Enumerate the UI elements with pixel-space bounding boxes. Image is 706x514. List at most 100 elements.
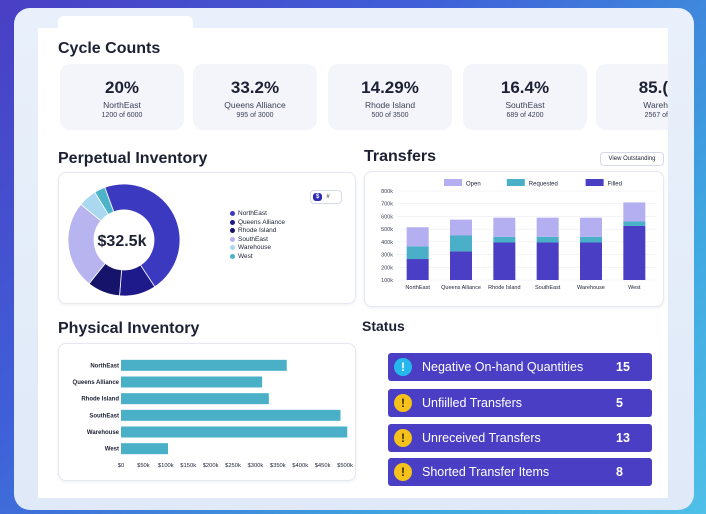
transfer-bar-open[interactable] [580,217,602,237]
legend-dot-rhode-island [230,228,235,233]
legend-dot-queens-alliance [230,219,235,225]
top-tab [58,16,193,28]
legend-label: Warehouse [238,244,271,251]
kpi-card-rhode-island[interactable]: 14.29% Rhode Island 500 of 3500 [328,64,452,130]
status-name: Negative On-hand Quantities [422,360,584,374]
kpi-value: 20% [104,78,140,97]
status-name: Unfiilled Transfers [422,396,523,410]
transfer-bar-filled[interactable] [623,225,646,280]
y-tick-label: 200k [381,265,393,271]
transfers-legend-swatch [444,179,462,186]
x-tick-label: $150k [180,463,196,469]
transfers-chart: Open Requested Filled 100k 200k 300k 400k 500k… [381,179,656,291]
transfer-bar-requested[interactable] [580,236,602,243]
status-name: Unreceived Transfers [422,431,541,445]
transfer-bar-requested[interactable] [406,246,429,260]
transfer-bar-filled[interactable] [536,242,559,280]
legend-dot-southeast [230,236,235,242]
kpi-label: NorthEast [103,100,141,110]
perpetual-donut-chart: $32.5k [68,183,181,297]
legend-label: Queens Alliance [238,218,285,226]
y-tick-label: West [105,447,119,453]
transfers-legend-label: Requested [529,182,558,188]
transfer-bar-filled[interactable] [406,259,429,280]
transfer-bar-requested[interactable] [450,235,472,252]
kpi-sub: 2567 of [644,112,668,119]
legend-label: Rhode Island [238,227,277,234]
status-row-shorted-transfer-items[interactable]: ! Shorted Transfer Items 8 [388,458,652,486]
transfer-bar-open[interactable] [493,217,516,237]
kpi-sub: 689 of 4200 [506,112,544,119]
perpetual-legend: NorthEast Queens Alliance Rhode Island S… [230,210,285,261]
transfer-bar-requested[interactable] [623,221,646,226]
view-outstanding-button[interactable]: View Outstanding [600,152,664,166]
legend-dot-west [230,253,235,259]
kpi-card-southeast[interactable]: 16.4% SouthEast 689 of 4200 [463,64,587,130]
y-tick-label: 500k [381,227,393,233]
kpi-sub: 1200 of 6000 [101,112,143,119]
toggle-dollar[interactable]: $ [313,193,323,201]
x-tick-label: Rhode Island [488,285,520,291]
y-tick-label: NorthEast [90,363,119,369]
status-row-unfilled-transfers[interactable]: ! Unfiilled Transfers 5 [388,389,652,417]
kpi-card-northeast[interactable]: 20% NorthEast 1200 of 6000 [60,64,184,130]
transfer-bar-open[interactable] [623,202,646,222]
status-row-negative-on-hand[interactable]: ! Negative On-hand Quantities 15 [388,353,652,381]
physical-bar[interactable] [121,443,169,455]
transfer-bar-open[interactable] [450,219,472,236]
warning-icon: ! [394,429,412,447]
kpi-sub: 995 of 3000 [236,112,274,119]
x-tick-label: Queens Alliance [441,285,481,291]
physical-bar[interactable] [121,376,263,388]
transfers-legend: Open Requested Filled [444,179,622,188]
physical-bar[interactable] [121,409,341,421]
transfers-legend-swatch [585,179,604,186]
warning-icon: ! [394,394,412,412]
info-icon: ! [394,358,412,376]
kpi-label: Wareh [643,100,668,110]
physical-bar[interactable] [121,393,269,405]
physical-bar[interactable] [121,359,287,371]
y-tick-label: 400k [381,240,393,246]
x-tick-label: $250k [225,463,241,469]
transfers-x-labels: NorthEast Queens Alliance Rhode Island Sout… [405,285,641,291]
x-tick-label: $50k [137,463,150,469]
x-tick-label: Warehouse [577,285,605,291]
toggle-count[interactable]: # [322,193,333,201]
x-tick-label: $400k [292,463,308,469]
transfer-bar-filled[interactable] [493,242,516,280]
transfer-bar-requested[interactable] [493,236,516,243]
legend-dot-warehouse [230,245,235,250]
legend-label: SouthEast [238,235,268,243]
x-tick-label: $350k [270,463,286,469]
physical-bar[interactable] [121,426,348,438]
y-tick-label: Warehouse [87,430,120,436]
transfer-bar-filled[interactable] [580,242,602,280]
legend-item: SouthEast [230,236,285,243]
transfer-bar-requested[interactable] [536,236,559,243]
physical-bars [121,359,348,455]
x-tick-label: $0 [118,463,124,469]
kpi-value: 16.4% [500,78,550,97]
currency-count-toggle[interactable]: $ # [310,190,342,204]
physical-x-labels: $0 $50k $100k $150k $200k $250k $300k $350k $400… [118,463,353,469]
physical-inventory-chart: NorthEast Queens Alliance Rhode Island Sout… [73,359,353,469]
donut-center-value: $32.5k [98,233,147,250]
transfer-bar-filled[interactable] [450,251,472,280]
kpi-label: SouthEast [505,100,545,110]
transfer-bar-open[interactable] [406,227,429,247]
kpi-label: Rhode Island [364,100,416,110]
kpi-sub: 500 of 3500 [371,112,409,119]
x-tick-label: $100k [158,463,174,469]
kpi-card-queens-alliance[interactable]: 33.2% Queens Alliance 995 of 3000 [193,64,317,130]
transfers-legend-swatch [506,179,525,186]
x-tick-label: $300k [248,463,264,469]
legend-dot-northeast [230,211,235,216]
status-row-unreceived-transfers[interactable]: ! Unreceived Transfers 13 [388,424,652,452]
y-tick-label: 800k [381,189,393,195]
legend-item: Queens Alliance [230,219,285,226]
transfer-bar-open[interactable] [536,217,559,237]
kpi-card-warehouse[interactable]: 85.( Wareh 2567 of [596,64,668,130]
legend-label: NorthEast [238,210,267,217]
y-tick-label: SouthEast [89,413,119,419]
